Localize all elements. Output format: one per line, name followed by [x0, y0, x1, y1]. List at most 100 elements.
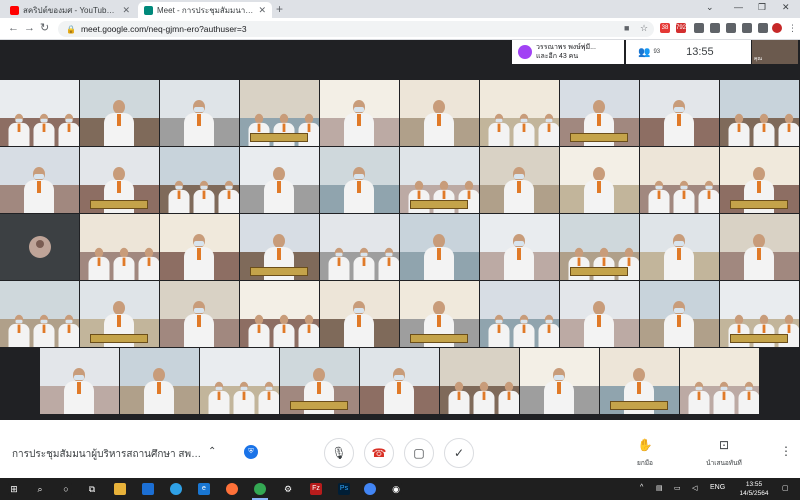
- calendar-ext-icon[interactable]: 792: [676, 23, 686, 33]
- windows-start-icon[interactable]: ⊞: [8, 483, 20, 495]
- participant-video-tile[interactable]: [560, 147, 639, 213]
- tab-youtube-studio[interactable]: สคริปต์ของมศ - YouTube Studio ✕: [4, 2, 136, 18]
- cortana-icon[interactable]: ○: [60, 483, 72, 495]
- mail-icon[interactable]: [142, 483, 154, 495]
- participant-video-tile[interactable]: [240, 214, 319, 280]
- search-icon[interactable]: ⌕: [34, 483, 46, 495]
- self-view-tile[interactable]: คุณ: [752, 40, 798, 64]
- tray-chevron-icon[interactable]: ^: [640, 484, 643, 491]
- participant-video-tile[interactable]: [80, 80, 159, 146]
- microphone-button[interactable]: 🎙: [324, 438, 354, 468]
- participant-video-tile[interactable]: [40, 348, 119, 414]
- participant-video-tile[interactable]: [240, 281, 319, 347]
- camera-indicator-icon[interactable]: ■: [624, 23, 629, 33]
- participant-video-tile[interactable]: [320, 214, 399, 280]
- minimize-button[interactable]: —: [734, 2, 743, 12]
- grid-ext-icon[interactable]: [710, 23, 720, 33]
- participant-video-tile[interactable]: [400, 281, 479, 347]
- firefox-icon[interactable]: [226, 483, 238, 495]
- host-controls-shield-icon[interactable]: ⛨: [244, 445, 258, 459]
- shield-ext-icon[interactable]: [742, 23, 752, 33]
- filezilla-icon[interactable]: Fz: [310, 483, 322, 495]
- app-icon[interactable]: [364, 483, 376, 495]
- participant-video-tile[interactable]: [560, 80, 639, 146]
- tab-search-icon[interactable]: ⌄: [706, 2, 714, 13]
- edge-icon[interactable]: [170, 483, 182, 495]
- profile-icon[interactable]: [772, 23, 782, 33]
- participant-video-tile[interactable]: [0, 147, 79, 213]
- accept-button[interactable]: ✓: [444, 438, 474, 468]
- participant-video-tile[interactable]: [80, 281, 159, 347]
- maximize-button[interactable]: ❐: [758, 2, 766, 13]
- participant-video-tile[interactable]: [80, 147, 159, 213]
- file-explorer-icon[interactable]: [114, 483, 126, 495]
- back-button[interactable]: ←: [8, 22, 19, 35]
- participant-video-tile[interactable]: [720, 80, 799, 146]
- participant-video-tile[interactable]: [320, 281, 399, 347]
- participant-video-tile[interactable]: [720, 281, 799, 347]
- participant-video-tile[interactable]: [720, 147, 799, 213]
- present-now-button[interactable]: ⊡ นำเสนอทันที: [694, 438, 754, 468]
- participant-video-tile[interactable]: [160, 281, 239, 347]
- participant-video-tile[interactable]: [640, 281, 719, 347]
- lock-icon[interactable]: 🔒: [66, 25, 76, 34]
- settings-gear-icon[interactable]: ⚙: [282, 483, 294, 495]
- menu-kebab-icon[interactable]: ⋮: [788, 23, 797, 34]
- camera-button[interactable]: ▢: [404, 438, 434, 468]
- taskbar-clock[interactable]: 13:55 14/5/2564: [734, 480, 774, 498]
- participant-video-tile[interactable]: [600, 348, 679, 414]
- participant-video-tile[interactable]: [640, 147, 719, 213]
- participant-video-tile[interactable]: [280, 348, 359, 414]
- participant-video-tile[interactable]: [480, 281, 559, 347]
- meeting-title[interactable]: การประชุมสัมมนาผู้บริหารสถานศึกษา สพป ไป…: [12, 447, 204, 462]
- participant-video-tile[interactable]: [680, 348, 759, 414]
- tab-meet[interactable]: Meet - การประชุมสัมมนาผู้บริหาร ✕: [138, 2, 272, 18]
- chrome-icon[interactable]: [254, 483, 266, 495]
- participant-video-tile[interactable]: [80, 214, 159, 280]
- active-speaker-card[interactable]: วรรณาพร พงษ์พุ่มี... และอีก 43 คน: [512, 40, 624, 64]
- participant-video-tile[interactable]: [560, 281, 639, 347]
- more-options-icon[interactable]: ⋮: [780, 444, 792, 458]
- participant-video-tile[interactable]: [240, 147, 319, 213]
- close-tab-icon[interactable]: ✕: [122, 5, 130, 16]
- participant-video-tile[interactable]: [480, 147, 559, 213]
- participant-video-tile[interactable]: [320, 147, 399, 213]
- participant-video-tile[interactable]: [200, 348, 279, 414]
- photoshop-icon[interactable]: Ps: [338, 483, 350, 495]
- end-call-button[interactable]: ☎: [364, 438, 394, 468]
- participant-video-tile[interactable]: [720, 214, 799, 280]
- input-language[interactable]: ENG: [710, 484, 725, 491]
- volume-icon[interactable]: ◁: [692, 484, 697, 492]
- participant-video-tile[interactable]: [400, 147, 479, 213]
- participant-video-tile[interactable]: [640, 80, 719, 146]
- task-view-icon[interactable]: ⧉: [86, 483, 98, 495]
- participant-video-tile[interactable]: [560, 214, 639, 280]
- participant-video-tile[interactable]: [0, 281, 79, 347]
- address-bar[interactable]: 🔒 meet.google.com/neq-gjmn-ero?authuser=…: [58, 21, 654, 37]
- participant-video-tile[interactable]: [400, 214, 479, 280]
- screen-ext-icon[interactable]: [726, 23, 736, 33]
- participant-video-tile[interactable]: [160, 80, 239, 146]
- participant-video-tile[interactable]: [480, 80, 559, 146]
- participant-video-tile[interactable]: [120, 348, 199, 414]
- forward-button[interactable]: →: [24, 22, 35, 35]
- participant-video-tile[interactable]: [0, 214, 79, 280]
- participant-video-tile[interactable]: [400, 80, 479, 146]
- puzzle-piece-icon[interactable]: [758, 23, 768, 33]
- participant-video-tile[interactable]: [360, 348, 439, 414]
- raise-hand-button[interactable]: ✋ ยกมือ: [615, 438, 675, 468]
- notification-icon[interactable]: ▢: [782, 484, 789, 492]
- bookmark-star-icon[interactable]: ☆: [640, 23, 648, 34]
- chevron-up-icon[interactable]: ⌃: [208, 446, 216, 457]
- participant-video-tile[interactable]: [480, 214, 559, 280]
- participant-video-tile[interactable]: [440, 348, 519, 414]
- obs-icon[interactable]: ◉: [390, 483, 402, 495]
- youtube-ext-icon[interactable]: 38: [660, 23, 670, 33]
- participant-video-tile[interactable]: [520, 348, 599, 414]
- participant-video-tile[interactable]: [640, 214, 719, 280]
- close-window-button[interactable]: ✕: [782, 2, 790, 13]
- people-icon[interactable]: 👥: [638, 47, 650, 58]
- participant-video-tile[interactable]: [240, 80, 319, 146]
- close-tab-icon[interactable]: ✕: [258, 5, 266, 16]
- new-tab-button[interactable]: +: [276, 3, 283, 15]
